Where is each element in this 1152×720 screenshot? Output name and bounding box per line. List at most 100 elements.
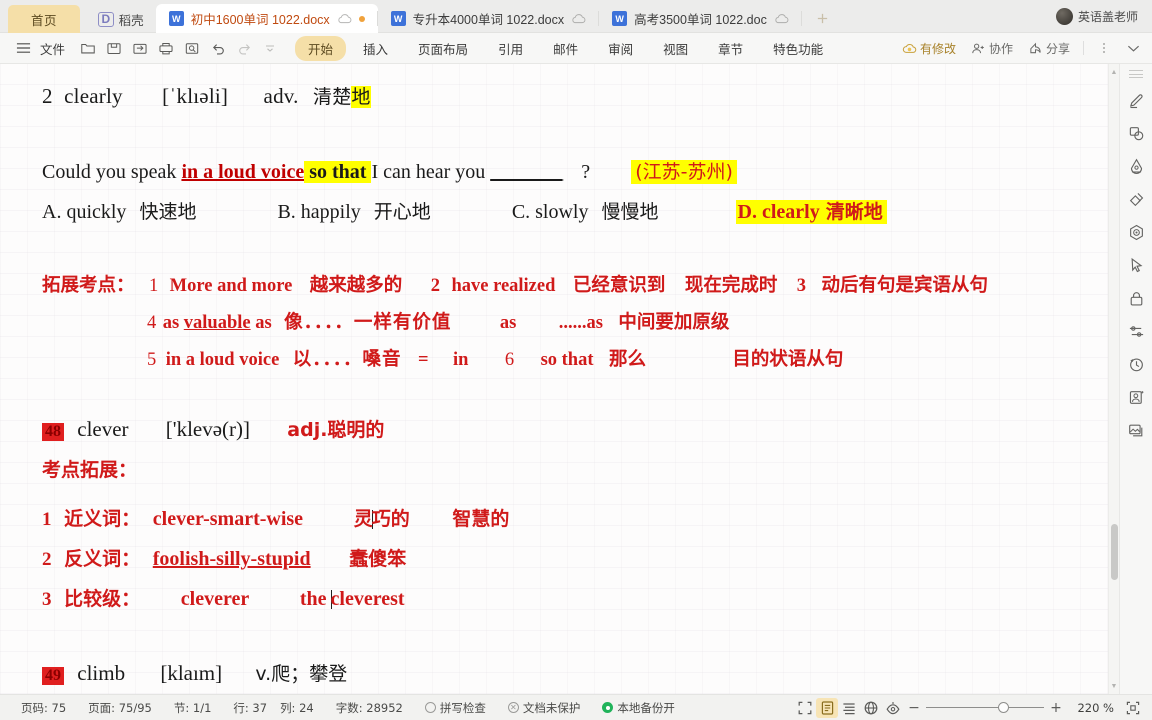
hamburger-menu-button[interactable] <box>10 36 36 60</box>
sliders-button[interactable] <box>1123 315 1149 348</box>
entry-48-line[interactable]: 48 clever ['klevə(r)] adj.聪明的 <box>42 415 1099 442</box>
rail-grip[interactable] <box>1129 70 1143 78</box>
tab-home[interactable]: 首页 <box>8 5 80 33</box>
document-canvas[interactable]: 2 clearly [ˈklıəli] adv. 清楚地 Could you s… <box>0 64 1120 694</box>
right-tool-rail <box>1120 64 1152 694</box>
share-button[interactable]: 分享 <box>1022 38 1076 59</box>
cloud-icon[interactable] <box>337 13 352 24</box>
fit-page-button[interactable] <box>1122 698 1144 718</box>
scroll-down-button[interactable]: ▼ <box>1109 680 1119 692</box>
print-preview-icon <box>185 42 199 54</box>
scrollbar-thumb[interactable] <box>1111 524 1118 580</box>
more-vertical-icon <box>1103 43 1105 53</box>
status-protection[interactable]: ✕ 文档未保护 <box>497 700 592 716</box>
ribbon-tab-features[interactable]: 特色功能 <box>760 36 836 61</box>
quick-access-more-button[interactable] <box>257 36 283 60</box>
entry-48-subtitle: 考点拓展： <box>42 459 138 481</box>
outline-view-button[interactable] <box>838 698 860 718</box>
ribbon-tab-section-label: 章节 <box>718 42 744 57</box>
photo-person-button[interactable] <box>1123 381 1149 414</box>
status-pages[interactable]: 页面: 75/95 <box>77 700 163 716</box>
document-page[interactable]: 2 clearly [ˈklıəli] adv. 清楚地 Could you s… <box>0 64 1119 694</box>
ribbon-tab-view-label: 视图 <box>663 42 689 57</box>
user-account[interactable]: 英语盖老师 <box>1055 0 1152 32</box>
badge-button[interactable] <box>1123 216 1149 249</box>
entry-48-row-3[interactable]: 3 比较级： cleverer the cleverest <box>42 584 1099 611</box>
ribbon-tab-insert[interactable]: 插入 <box>350 36 401 61</box>
zoom-slider-knob[interactable] <box>998 701 1009 713</box>
sliders-icon <box>1129 326 1143 337</box>
redo-button[interactable] <box>231 36 257 60</box>
entry-48-row-2[interactable]: 2 反义词： foolish-silly-stupid 蠢傻笨 <box>42 544 1099 571</box>
ribbon-overflow-button[interactable] <box>1091 36 1117 60</box>
web-view-button[interactable] <box>860 698 882 718</box>
eye-protect-button[interactable] <box>882 698 904 718</box>
ribbon-tab-section[interactable]: 章节 <box>705 36 756 61</box>
image-icon <box>1128 424 1142 437</box>
cursor-select-button[interactable] <box>1123 249 1149 282</box>
ext-row4-num: 4 <box>147 313 157 333</box>
status-col[interactable]: 列: 24 <box>278 700 325 716</box>
cloud-icon[interactable] <box>774 13 789 24</box>
document-tab-2[interactable]: W 专升本4000单词 1022.docx <box>378 4 600 33</box>
extension-title-line[interactable]: 拓展考点： 1 More and more 越来越多的 2 have reali… <box>42 271 1099 297</box>
tab-docer[interactable]: D 稻壳 <box>86 5 156 33</box>
pen-edit-button[interactable] <box>1123 84 1149 117</box>
option-c-cn: 慢慢地 <box>601 201 659 223</box>
history-button[interactable] <box>1123 348 1149 381</box>
ribbon-tab-mailings[interactable]: 邮件 <box>540 36 591 61</box>
eraser-hand-button[interactable] <box>1123 183 1149 216</box>
save-as-button[interactable] <box>127 36 153 60</box>
document-tab-3[interactable]: W 高考3500单词 1022.doc <box>599 4 802 33</box>
status-backup[interactable]: 本地备份开 <box>591 700 686 716</box>
zoom-out-button[interactable]: − <box>904 700 924 716</box>
new-tab-button[interactable] <box>806 4 840 33</box>
highlighter-button[interactable] <box>1123 150 1149 183</box>
entry-48-row-1[interactable]: 1 近义词： clever-smart-wise 灵巧的 智慧的 <box>42 504 1099 531</box>
collaborate-label: 协作 <box>988 41 1013 56</box>
ribbon-tab-references[interactable]: 引用 <box>485 36 536 61</box>
ext-row5-en2: so that <box>540 350 594 370</box>
scroll-up-button[interactable]: ▲ <box>1109 66 1119 78</box>
print-button[interactable] <box>153 36 179 60</box>
status-word-count[interactable]: 字数: 28952 <box>325 700 414 716</box>
status-row[interactable]: 行: 37 <box>222 700 278 716</box>
ext-row5-num2: 6 <box>504 350 515 370</box>
vertical-scrollbar[interactable]: ▲ ▼ <box>1108 64 1119 694</box>
zoom-in-button[interactable]: + <box>1046 700 1066 716</box>
ribbon-collapse-button[interactable] <box>1120 36 1146 60</box>
undo-button[interactable] <box>205 36 231 60</box>
entry-49-line[interactable]: 49 climb [klaım] v.爬；攀登 <box>42 659 1099 686</box>
save-button[interactable] <box>101 36 127 60</box>
document-tab-1[interactable]: W 初中1600单词 1022.docx <box>155 4 378 33</box>
entry-line-clearly[interactable]: 2 clearly [ˈklıəli] adv. 清楚地 <box>42 82 1099 109</box>
image-button[interactable] <box>1123 414 1149 447</box>
shapes-button[interactable] <box>1123 117 1149 150</box>
status-page-number[interactable]: 页码: 75 <box>10 700 77 716</box>
entry-meaning-highlight: 地 <box>351 86 371 108</box>
file-menu-button[interactable]: 文件 <box>36 39 75 58</box>
lock-button[interactable] <box>1123 282 1149 315</box>
ribbon-tab-view[interactable]: 视图 <box>650 36 701 61</box>
extension-row-4[interactable]: 4 as valuable as 像．．．．一样有价值 as ......as … <box>147 308 1099 334</box>
ribbon-tab-start[interactable]: 开始 <box>295 35 347 61</box>
status-section[interactable]: 节: 1/1 <box>163 700 223 716</box>
entry-48-subtitle-line[interactable]: 考点拓展： <box>42 455 1099 482</box>
ribbon-tab-review[interactable]: 审阅 <box>595 36 646 61</box>
backup-on-icon <box>602 702 614 713</box>
zoom-slider[interactable] <box>926 701 1044 714</box>
open-folder-button[interactable] <box>75 36 101 60</box>
page-view-button[interactable] <box>816 697 838 718</box>
collaborate-button[interactable]: 协作 <box>965 38 1019 59</box>
print-preview-button[interactable] <box>179 36 205 60</box>
cloud-icon[interactable] <box>571 13 586 24</box>
extension-row-5[interactable]: 5 in a loud voice 以．．．．嗓音 = in 6 so that… <box>147 345 1099 371</box>
wps-window: 首页 D 稻壳 W 初中1600单词 1022.docx W 专升本4000单词… <box>0 0 1152 720</box>
fullscreen-button[interactable] <box>794 698 816 718</box>
question-line[interactable]: Could you speak in a loud voice so that … <box>42 157 1099 184</box>
zoom-value[interactable]: 220 % <box>1066 701 1114 715</box>
options-line[interactable]: A. quickly 快速地 B. happily 开心地 C. slowly … <box>42 197 1099 224</box>
status-spellcheck[interactable]: 拼写检查 <box>414 700 497 716</box>
ribbon-tab-page-layout[interactable]: 页面布局 <box>405 36 481 61</box>
has-changes-button[interactable]: 有修改 <box>896 38 962 59</box>
